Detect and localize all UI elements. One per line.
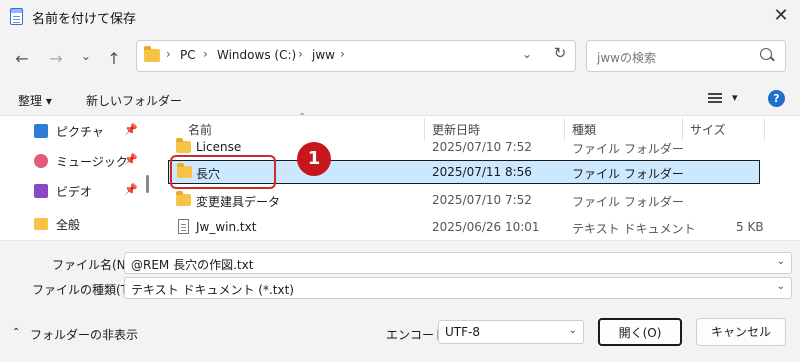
address-dropdown-chevron-icon[interactable]: ⌄ — [522, 47, 532, 61]
folder-icon — [34, 218, 48, 230]
breadcrumb-jww[interactable]: jww — [312, 48, 335, 62]
sidebar-item-label: ビデオ — [56, 185, 93, 199]
filename-input[interactable]: @REM 長穴の作図.txt — [131, 256, 253, 273]
file-size: 5 KB — [736, 220, 764, 234]
sidebar-item-pictures[interactable]: ピクチャ 📌 — [34, 121, 146, 145]
folder-icon — [176, 138, 191, 153]
text-file-icon — [178, 219, 189, 234]
folder-icon — [144, 46, 160, 62]
breadcrumb-separator[interactable]: › — [340, 47, 345, 61]
breadcrumb-separator: › — [203, 47, 208, 61]
filetype-select[interactable]: テキスト ドキュメント (*.txt) ⌄ — [124, 277, 792, 299]
chevron-down-icon[interactable]: ⌄ — [569, 325, 577, 336]
search-input[interactable]: jwwの検索 — [597, 49, 656, 66]
recent-locations-button[interactable]: ⌄ — [74, 44, 98, 68]
file-modified: 2025/07/10 7:52 — [432, 193, 532, 207]
search-icon[interactable] — [760, 48, 772, 60]
folder-icon — [176, 191, 191, 206]
breadcrumb-pc[interactable]: PC — [180, 48, 196, 62]
pin-icon[interactable]: 📌 — [124, 123, 138, 136]
step-number-badge: 1 — [297, 142, 331, 176]
highlight-box — [170, 155, 276, 189]
view-options-icon[interactable] — [708, 93, 722, 105]
encoding-value: UTF-8 — [445, 325, 480, 339]
video-icon — [34, 184, 48, 198]
hide-folders-button[interactable]: フォルダーの非表示 — [30, 326, 138, 343]
sidebar-item-general[interactable]: 全般 — [34, 214, 146, 238]
file-name: Jw_win.txt — [196, 220, 257, 234]
chevron-down-icon[interactable]: ⌄ — [777, 281, 785, 292]
sort-ascending-icon: ⌃ — [298, 112, 307, 123]
breadcrumb-windows[interactable]: Windows (C:) — [217, 48, 296, 62]
file-modified: 2025/06/26 10:01 — [432, 220, 540, 234]
file-type: ファイル フォルダー — [572, 142, 684, 156]
file-type: ファイル フォルダー — [572, 167, 684, 181]
file-row-jw-win-txt[interactable]: Jw_win.txt 2025/06/26 10:01 テキスト ドキュメント … — [168, 216, 764, 240]
sidebar-item-video[interactable]: ビデオ 📌 — [34, 181, 146, 205]
file-type: ファイル フォルダー — [572, 195, 684, 209]
navigation-scrollbar[interactable] — [146, 175, 149, 193]
filetype-value: テキスト ドキュメント (*.txt) — [131, 283, 294, 297]
chevron-up-icon[interactable]: ⌃ — [12, 327, 20, 338]
file-modified: 2025/07/10 7:52 — [432, 140, 532, 154]
close-button[interactable]: ✕ — [766, 3, 796, 29]
file-list-scrollbar[interactable] — [790, 116, 796, 240]
pictures-icon — [34, 124, 48, 138]
filetype-label: ファイルの種類(T): — [32, 283, 137, 297]
open-button[interactable]: 開く(O) — [598, 318, 682, 346]
sidebar-item-label: ミュージック — [56, 155, 128, 169]
file-row-henko-tategu[interactable]: 変更建具データ 2025/07/10 7:52 ファイル フォルダー — [168, 189, 760, 213]
column-divider[interactable] — [764, 118, 765, 140]
back-button[interactable]: ← — [10, 47, 34, 71]
refresh-icon[interactable]: ↻ — [550, 44, 570, 64]
cancel-button[interactable]: キャンセル — [696, 318, 786, 346]
breadcrumb-separator: › — [298, 47, 303, 61]
help-icon[interactable]: ? — [768, 90, 785, 107]
file-type: テキスト ドキュメント — [572, 222, 696, 236]
up-button[interactable]: ↑ — [102, 47, 126, 71]
file-modified: 2025/07/11 8:56 — [432, 165, 532, 179]
view-options-caret[interactable]: ▾ — [732, 91, 738, 104]
pin-icon[interactable]: 📌 — [124, 183, 138, 196]
filename-field[interactable]: @REM 長穴の作図.txt ⌄ — [124, 252, 792, 274]
notepad-icon — [10, 8, 23, 25]
new-folder-button[interactable]: 新しいフォルダー — [86, 92, 182, 109]
filename-label: ファイル名(N): — [52, 258, 135, 272]
file-name: License — [196, 140, 242, 154]
chevron-down-icon[interactable]: ⌄ — [777, 256, 785, 267]
encoding-select[interactable]: UTF-8 ⌄ — [438, 320, 584, 344]
pin-icon[interactable]: 📌 — [124, 153, 138, 166]
sidebar-item-label: ピクチャ — [56, 125, 104, 139]
sidebar-item-music[interactable]: ミュージック 📌 — [34, 151, 146, 175]
window-title: 名前を付けて保存 — [32, 12, 137, 27]
address-bar[interactable] — [136, 40, 576, 72]
forward-button[interactable]: → — [44, 47, 68, 71]
file-name: 変更建具データ — [196, 195, 281, 209]
sidebar-item-label: 全般 — [56, 218, 81, 232]
music-icon — [34, 154, 48, 168]
breadcrumb-separator: › — [166, 47, 171, 61]
organize-button[interactable]: 整理 ▾ — [18, 92, 52, 109]
